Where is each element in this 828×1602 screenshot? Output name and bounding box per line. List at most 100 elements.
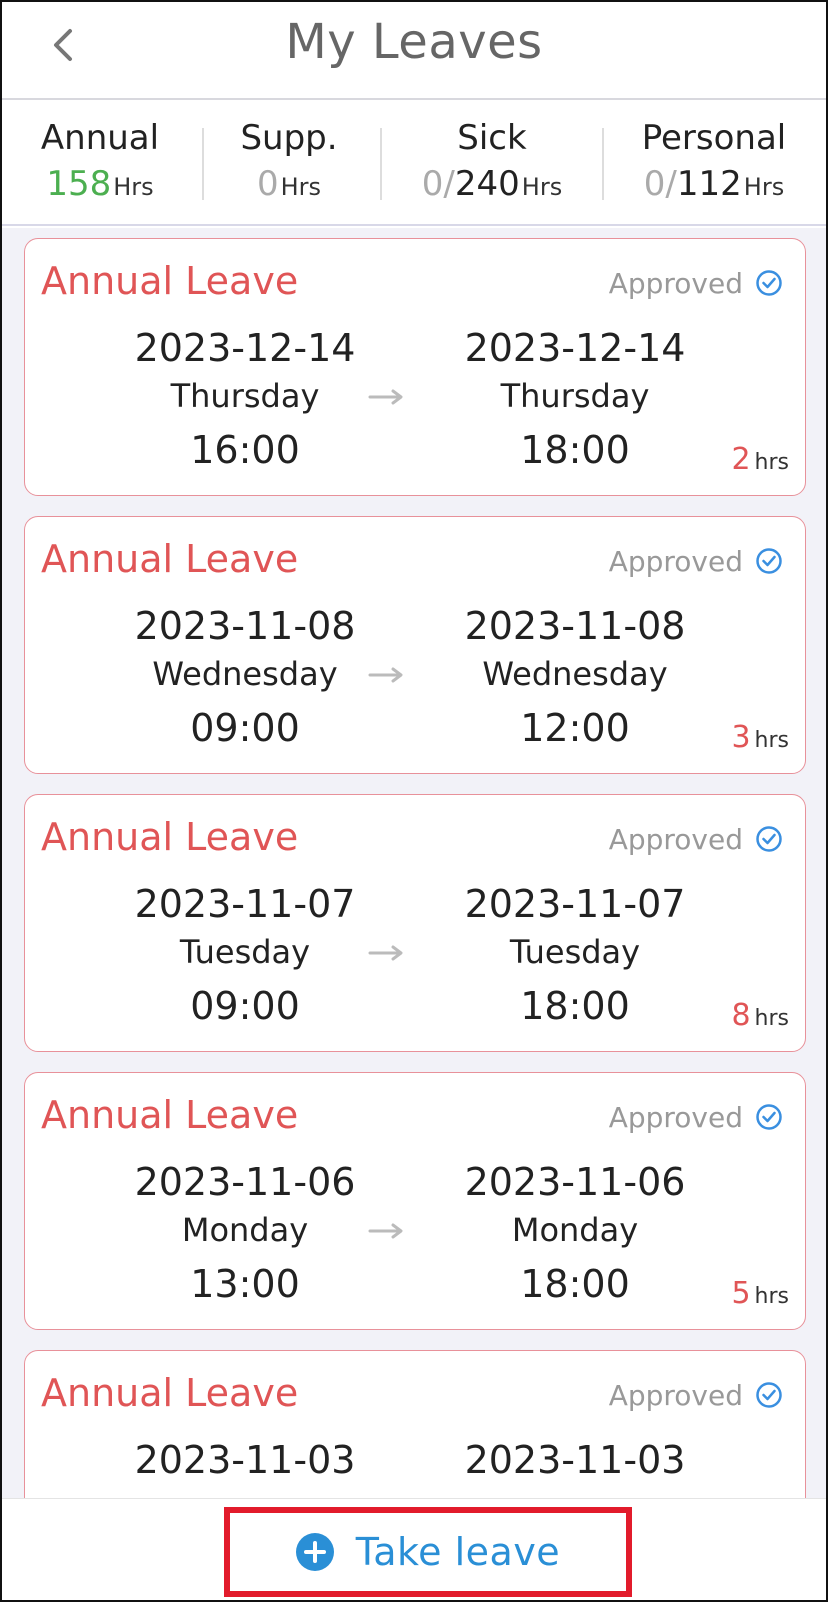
divider — [202, 128, 204, 200]
footer-bar: Take leave — [2, 1498, 826, 1600]
leave-status: Approved — [608, 823, 743, 856]
divider — [380, 128, 382, 200]
leave-type: Annual Leave — [41, 537, 299, 581]
end-day: Monday — [511, 1211, 639, 1249]
leave-end: 2023-11-07 Tuesday 18:00 — [445, 881, 705, 1031]
leave-end: 2023-12-14 Thursday 18:00 — [445, 325, 705, 475]
balance-supp-value: 0 — [256, 164, 279, 204]
start-time: 09:00 — [190, 984, 300, 1028]
leave-start: 2023-11-06 Monday 13:00 — [115, 1159, 375, 1309]
duration-unit: hrs — [754, 728, 789, 753]
leave-type: Annual Leave — [41, 1093, 299, 1137]
leave-type: Annual Leave — [41, 259, 299, 303]
app-screen: My Leaves Annual 158Hrs Supp. 0Hrs Sick … — [0, 0, 828, 1602]
start-time: 16:00 — [190, 428, 300, 472]
start-time: 09:00 — [190, 706, 300, 750]
start-day: Tuesday — [179, 933, 311, 971]
start-date: 2023-11-07 — [134, 882, 356, 926]
leave-list[interactable]: Annual Leave Approved 2023-12-14 Thursda… — [2, 228, 826, 1498]
end-time: 12:00 — [520, 706, 630, 750]
end-date: 2023-11-06 — [464, 1160, 686, 1204]
right-arrow-icon — [368, 1223, 403, 1239]
duration-hours: 5 — [731, 1276, 751, 1311]
leave-duration: 8 hrs — [731, 998, 789, 1033]
leave-start: 2023-12-14 Thursday 16:00 — [115, 325, 375, 475]
duration-hours: 3 — [731, 720, 751, 755]
leave-end: 2023-11-06 Monday 18:00 — [445, 1159, 705, 1309]
leave-duration: 5 hrs — [731, 1276, 789, 1311]
end-time: 18:00 — [520, 984, 630, 1028]
balance-annual-value: 158 — [46, 164, 112, 204]
leave-start: 2023-11-08 Wednesday 09:00 — [115, 603, 375, 753]
right-arrow-icon — [368, 389, 403, 405]
balance-supp-unit: Hrs — [280, 173, 322, 201]
leave-end: 2023-11-03 — [445, 1437, 705, 1483]
leave-duration: 2 hrs — [731, 442, 789, 477]
start-date: 2023-11-06 — [134, 1160, 356, 1204]
end-day: Tuesday — [509, 933, 641, 971]
leave-status: Approved — [608, 1379, 743, 1412]
leave-balance-summary: Annual 158Hrs Supp. 0Hrs Sick 0/240Hrs P… — [2, 100, 826, 226]
check-circle-icon — [756, 1104, 782, 1130]
leave-card[interactable]: Annual Leave Approved 2023-12-14 Thursda… — [24, 238, 806, 496]
leave-status: Approved — [608, 1101, 743, 1134]
balance-sick-label: Sick — [457, 118, 527, 158]
balance-annual: Annual 158Hrs — [40, 118, 160, 210]
header-bar: My Leaves — [2, 2, 826, 100]
end-time: 18:00 — [520, 428, 630, 472]
balance-sick-total: 240 — [454, 164, 520, 204]
leave-type: Annual Leave — [41, 815, 299, 859]
right-arrow-icon — [368, 945, 403, 961]
start-date: 2023-11-08 — [134, 604, 356, 648]
leave-status: Approved — [608, 545, 743, 578]
balance-personal-unit: Hrs — [743, 173, 785, 201]
balance-personal: Personal 0/112Hrs — [634, 118, 794, 210]
leave-end: 2023-11-08 Wednesday 12:00 — [445, 603, 705, 753]
leave-card[interactable]: Annual Leave Approved 2023-11-06 Monday … — [24, 1072, 806, 1330]
divider — [602, 128, 604, 200]
leave-card[interactable]: Annual Leave Approved 2023-11-08 Wednesd… — [24, 516, 806, 774]
end-date: 2023-11-07 — [464, 882, 686, 926]
take-leave-label: Take leave — [355, 1530, 561, 1574]
check-circle-icon — [756, 1382, 782, 1408]
leave-card[interactable]: Annual Leave Approved 2023-11-07 Tuesday… — [24, 794, 806, 1052]
plus-circle-icon — [295, 1533, 334, 1571]
balance-annual-label: Annual — [40, 118, 160, 158]
end-day: Thursday — [500, 377, 650, 415]
leave-type: Annual Leave — [41, 1371, 299, 1415]
start-day: Wednesday — [152, 655, 338, 693]
balance-sick-used: 0/ — [421, 164, 455, 204]
page-title: My Leaves — [285, 14, 543, 70]
leave-duration: 3 hrs — [731, 720, 789, 755]
check-circle-icon — [756, 826, 782, 852]
duration-unit: hrs — [754, 1284, 789, 1309]
start-time: 13:00 — [190, 1262, 300, 1306]
leave-start: 2023-11-03 — [115, 1437, 375, 1483]
balance-personal-used: 0/ — [643, 164, 677, 204]
start-day: Monday — [181, 1211, 309, 1249]
duration-unit: hrs — [754, 450, 789, 475]
balance-supp: Supp. 0Hrs — [234, 118, 344, 210]
right-arrow-icon — [368, 667, 403, 683]
balance-personal-total: 112 — [676, 164, 742, 204]
end-time: 18:00 — [520, 1262, 630, 1306]
duration-hours: 2 — [731, 442, 751, 477]
leave-status: Approved — [608, 267, 743, 300]
balance-personal-label: Personal — [641, 118, 787, 158]
check-circle-icon — [756, 270, 782, 296]
check-circle-icon — [756, 548, 782, 574]
duration-unit: hrs — [754, 1006, 789, 1031]
end-date: 2023-11-08 — [464, 604, 686, 648]
start-date: 2023-12-14 — [134, 326, 356, 370]
take-leave-button[interactable]: Take leave — [224, 1507, 632, 1597]
balance-supp-label: Supp. — [240, 118, 338, 158]
balance-sick-unit: Hrs — [521, 173, 563, 201]
leave-card[interactable]: Annual Leave Approved 2023-11-03 2023-11… — [24, 1350, 806, 1498]
start-day: Thursday — [170, 377, 320, 415]
end-date: 2023-12-14 — [464, 326, 686, 370]
balance-sick: Sick 0/240Hrs — [412, 118, 572, 210]
end-date: 2023-11-03 — [464, 1438, 686, 1482]
leave-start: 2023-11-07 Tuesday 09:00 — [115, 881, 375, 1031]
end-day: Wednesday — [482, 655, 668, 693]
start-date: 2023-11-03 — [134, 1438, 356, 1482]
